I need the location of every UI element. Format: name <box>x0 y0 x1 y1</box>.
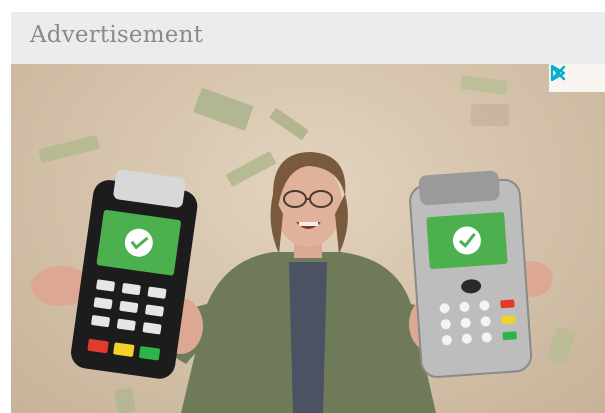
person <box>161 152 451 413</box>
ad-image[interactable] <box>11 64 605 413</box>
close-ad-button[interactable] <box>550 64 605 92</box>
adchoices-bar <box>549 64 605 92</box>
ad-header: Advertisement <box>11 12 605 64</box>
close-icon <box>550 65 566 81</box>
payment-terminal-right <box>409 170 533 378</box>
ad-label: Advertisement <box>30 22 204 48</box>
ad-illustration <box>31 75 576 413</box>
ad-container: Advertisement <box>11 12 605 413</box>
